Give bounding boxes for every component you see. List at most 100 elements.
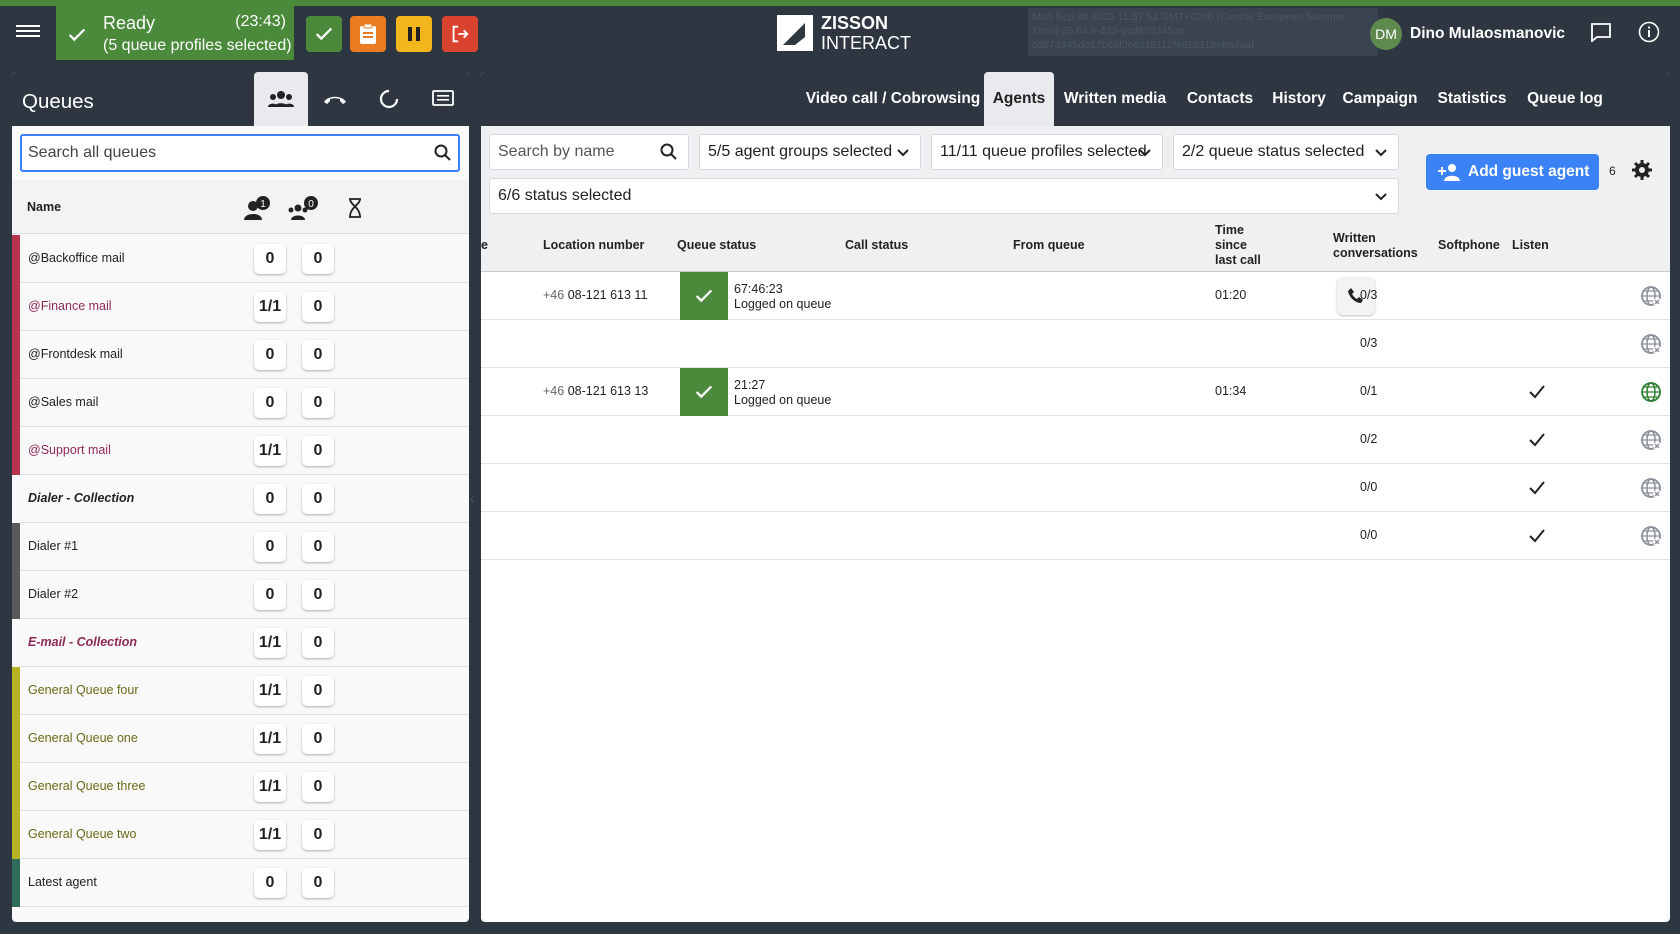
table-row[interactable]: 0/2 (481, 416, 1670, 464)
queue-row[interactable]: General Queue two 1/1 0 (12, 811, 469, 859)
groups-waiting-icon: 0 (286, 196, 320, 227)
add-guest-agent-label: Add guest agent (1468, 163, 1590, 180)
tab-video-call[interactable]: Video call / Cobrowsing (805, 72, 981, 126)
groups-badge: 0 (308, 199, 314, 210)
tab-agent-groups[interactable] (254, 72, 308, 126)
ready-button[interactable] (306, 16, 342, 52)
logo-mark-icon (777, 15, 813, 51)
listen-globe-icon[interactable] (1640, 381, 1662, 403)
listen-globe-icon[interactable] (1640, 333, 1662, 355)
agent-status-box[interactable]: Ready (23:43) (5 queue profiles selected… (56, 6, 294, 60)
queue-profiles-select[interactable]: 11/11 queue profiles selected (931, 134, 1163, 170)
status-select[interactable]: 6/6 status selected (489, 178, 1399, 214)
tab-written-media[interactable]: Written media (1054, 72, 1176, 126)
listen-globe-icon[interactable] (1640, 477, 1662, 499)
column-name: Name (27, 200, 62, 214)
clipboard-button[interactable] (350, 16, 386, 52)
listen-globe-icon[interactable] (1640, 525, 1662, 547)
queue-waiting-count[interactable]: 0 (302, 388, 334, 418)
tab-messages[interactable] (416, 72, 469, 126)
queue-color-bar (12, 619, 20, 667)
queue-agent-count[interactable]: 0 (254, 388, 286, 418)
column-listen: Listen (1512, 238, 1549, 252)
written-conversations: 0/3 (1360, 288, 1378, 302)
queue-row[interactable]: @Frontdesk mail 0 0 (12, 331, 469, 379)
listen-globe-icon[interactable] (1640, 285, 1662, 307)
add-guest-agent-button[interactable]: Add guest agent (1426, 154, 1599, 190)
hamburger-menu-icon[interactable] (16, 22, 40, 42)
queue-row[interactable]: Latest agent 0 0 (12, 859, 469, 907)
tab-campaign[interactable]: Campaign (1334, 72, 1426, 126)
listen-globe-icon[interactable] (1640, 429, 1662, 451)
queue-row[interactable]: General Queue one 1/1 0 (12, 715, 469, 763)
queue-row[interactable]: General Queue three 1/1 0 (12, 763, 469, 811)
queue-agent-count[interactable]: 1/1 (254, 772, 286, 802)
queue-agent-count[interactable]: 0 (254, 580, 286, 610)
user-profile[interactable]: DM Dino Mulaosmanovic (1370, 18, 1565, 50)
queue-waiting-count[interactable]: 0 (302, 868, 334, 898)
logout-button[interactable] (442, 16, 478, 52)
queue-color-bar (12, 763, 20, 811)
phone-hangup-icon (324, 96, 346, 104)
queue-agent-count[interactable]: 1/1 (254, 724, 286, 754)
tab-queue-log[interactable]: Queue log (1518, 72, 1612, 126)
queue-row[interactable]: General Queue four 1/1 0 (12, 667, 469, 715)
queue-row[interactable]: E-mail - Collection 1/1 0 (12, 619, 469, 667)
tab-statistics[interactable]: Statistics (1426, 72, 1518, 126)
tab-agents[interactable]: Agents (984, 72, 1054, 126)
queue-row[interactable]: Dialer #1 0 0 (12, 523, 469, 571)
queue-row[interactable]: @Support mail 1/1 0 (12, 427, 469, 475)
queue-waiting-count[interactable]: 0 (302, 580, 334, 610)
tab-contacts[interactable]: Contacts (1176, 72, 1264, 126)
queue-waiting-count[interactable]: 0 (302, 244, 334, 274)
queue-waiting-count[interactable]: 0 (302, 436, 334, 466)
queue-waiting-count[interactable]: 0 (302, 724, 334, 754)
queue-waiting-count[interactable]: 0 (302, 484, 334, 514)
queue-agent-count[interactable]: 0 (254, 868, 286, 898)
agent-search-input[interactable] (498, 143, 658, 161)
queue-agent-count[interactable]: 1/1 (254, 820, 286, 850)
queue-agent-count[interactable]: 1/1 (254, 628, 286, 658)
queue-waiting-count[interactable]: 0 (302, 628, 334, 658)
queue-agent-count[interactable]: 0 (254, 244, 286, 274)
brand-product: INTERACT (821, 33, 911, 53)
queue-waiting-count[interactable]: 0 (302, 532, 334, 562)
queue-agent-count[interactable]: 0 (254, 484, 286, 514)
tab-calls[interactable] (308, 72, 362, 126)
table-row[interactable]: +46 08-121 613 13 21:27 Logged on queue 01:… (481, 368, 1670, 416)
queue-status-select[interactable]: 2/2 queue status selected (1173, 134, 1399, 170)
queue-row[interactable]: @Finance mail 1/1 0 (12, 283, 469, 331)
queue-agent-count[interactable]: 1/1 (254, 292, 286, 322)
panel-collapse-handle[interactable]: ‹ (470, 490, 480, 510)
column-from-queue: From queue (1013, 238, 1085, 252)
table-row[interactable]: 0/3 (481, 320, 1670, 368)
queue-waiting-count[interactable]: 0 (302, 772, 334, 802)
queue-row[interactable]: @Sales mail 0 0 (12, 379, 469, 427)
queue-row[interactable]: Dialer - Collection 0 0 (12, 475, 469, 523)
chat-icon[interactable] (1590, 22, 1612, 42)
queue-agent-count[interactable]: 1/1 (254, 676, 286, 706)
info-icon[interactable] (1638, 21, 1660, 43)
hourglass-icon (348, 198, 362, 223)
queue-waiting-count[interactable]: 0 (302, 676, 334, 706)
queue-agent-count[interactable]: 0 (254, 532, 286, 562)
queue-agent-count[interactable]: 1/1 (254, 436, 286, 466)
queue-waiting-count[interactable]: 0 (302, 820, 334, 850)
check-icon (68, 28, 86, 42)
tab-history[interactable]: History (1264, 72, 1334, 126)
queue-waiting-count[interactable]: 0 (302, 340, 334, 370)
pause-button[interactable] (396, 16, 432, 52)
table-row[interactable]: 0/0 (481, 464, 1670, 512)
queue-agent-count[interactable]: 0 (254, 340, 286, 370)
table-row[interactable]: 0/0 (481, 512, 1670, 560)
agent-groups-select[interactable]: 5/5 agent groups selected (699, 134, 921, 170)
queue-search-input[interactable] (28, 142, 418, 164)
queue-row[interactable]: @Backoffice mail 0 0 (12, 235, 469, 283)
tab-refresh[interactable] (362, 72, 416, 126)
gear-icon[interactable] (1631, 159, 1653, 181)
agent-search-box[interactable] (489, 134, 689, 170)
table-row[interactable]: +46 08-121 613 11 67:46:23 Logged on queue… (481, 272, 1670, 320)
queue-waiting-count[interactable]: 0 (302, 292, 334, 322)
queue-search-box[interactable] (20, 134, 460, 172)
queue-row[interactable]: Dialer #2 0 0 (12, 571, 469, 619)
